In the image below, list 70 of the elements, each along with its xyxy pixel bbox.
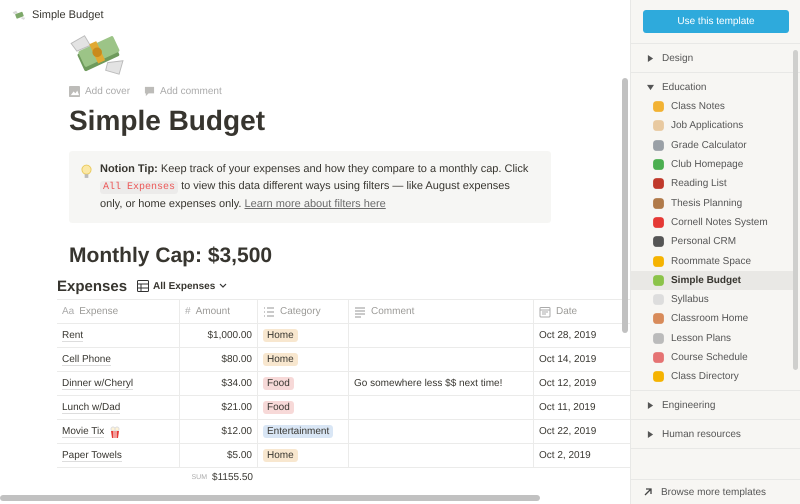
template-item[interactable]: Class Notes (631, 97, 793, 116)
table-cell: $21.00 (221, 402, 252, 413)
template-item[interactable]: Syllabus (631, 290, 793, 310)
table-cell[interactable]: Paper Towels (62, 450, 122, 462)
table-cell: $80.00 (221, 354, 252, 365)
browse-templates-link[interactable]: Browse more templates (631, 479, 800, 504)
view-selector[interactable]: All Expenses (137, 280, 228, 292)
text-lines-icon (354, 306, 366, 318)
category-toggle[interactable]: Design (631, 48, 800, 68)
template-item[interactable]: Simple Budget (631, 270, 793, 290)
chevron-down-icon (219, 283, 228, 289)
table-cell[interactable]: Rent (62, 330, 84, 342)
table-cell: Oct 28, 2019 (539, 330, 596, 341)
filters-link[interactable]: Learn more about filters here (244, 198, 386, 210)
page-heading: Simple Budget (69, 104, 266, 138)
triangle-right-icon (647, 402, 654, 409)
list-icon (263, 306, 275, 318)
lightbulb-icon (81, 164, 92, 179)
template-item[interactable]: Cornell Notes System (631, 212, 793, 232)
template-item[interactable]: Class Directory (631, 367, 793, 386)
category-toggle[interactable]: Education (631, 77, 800, 97)
table-cell: $12.00 (221, 426, 252, 437)
image-icon (69, 86, 80, 97)
template-item[interactable]: Course Schedule (631, 348, 793, 368)
section-heading: Monthly Cap: $3,500 (69, 243, 274, 269)
table-cell: $1,000.00 (208, 330, 252, 341)
template-item[interactable]: Thesis Planning (631, 193, 793, 213)
table-cell: $34.00 (221, 378, 252, 389)
tip-text: Notion Tip: Keep track of your expenses and how they compare to a monthly cap. Click All Expenses to view this data different ways using filters — like August expenses only, or home expenses only. Learn more about filters here (100, 162, 530, 212)
table-cell: Oct 14, 2019 (539, 354, 596, 365)
template-item[interactable]: Grade Calculator (631, 136, 793, 155)
sum-value: $1155.50 (212, 472, 253, 482)
comment-icon (144, 86, 156, 97)
table-cell: Oct 11, 2019 (539, 402, 596, 413)
table-cell: $5.00 (226, 450, 252, 461)
template-item[interactable]: Lesson Plans (631, 328, 793, 348)
sidebar-scrollbar[interactable] (793, 50, 798, 370)
category-tag: Food (263, 377, 294, 390)
table-cell[interactable]: Cell Phone (62, 354, 111, 366)
template-item[interactable]: Club Homepage (631, 154, 793, 174)
table-cell[interactable]: Movie Tix (62, 426, 104, 438)
page-title[interactable]: Simple Budget (32, 9, 104, 21)
table-cell[interactable]: Dinner w/Cheryl (62, 378, 134, 390)
category-tag: Home (263, 329, 298, 342)
money-with-wings-icon (12, 9, 26, 21)
table-cell: Go somewhere less $$ next time! (354, 378, 502, 389)
template-item[interactable]: Classroom Home (631, 309, 793, 329)
horizontal-scrollbar[interactable] (0, 495, 540, 501)
arrow-up-right-icon (643, 487, 653, 497)
database-title: Expenses (57, 278, 128, 294)
table-icon (137, 280, 150, 292)
category-tag: Home (263, 353, 298, 366)
category-toggle[interactable]: Engineering (631, 395, 800, 416)
triangle-down-icon (647, 84, 654, 90)
vertical-scrollbar[interactable] (622, 78, 628, 333)
table-cell: Oct 12, 2019 (539, 378, 596, 389)
template-item[interactable]: Reading List (631, 174, 793, 194)
table-cell: Oct 2, 2019 (539, 450, 591, 461)
template-item[interactable]: Job Applications (631, 116, 793, 136)
category-tag: Home (263, 449, 298, 462)
template-item[interactable]: Personal CRM (631, 232, 793, 252)
category-tag: Food (263, 401, 294, 414)
calendar-icon (539, 306, 551, 318)
table-cell[interactable]: Lunch w/Dad (62, 402, 120, 414)
triangle-right-icon (647, 430, 654, 438)
template-item[interactable]: Roommate Space (631, 251, 793, 271)
category-tag: Entertainment (263, 425, 334, 438)
table-cell: Oct 22, 2019 (539, 426, 596, 437)
category-toggle[interactable]: Human resources (631, 424, 800, 444)
triangle-right-icon (647, 54, 654, 62)
